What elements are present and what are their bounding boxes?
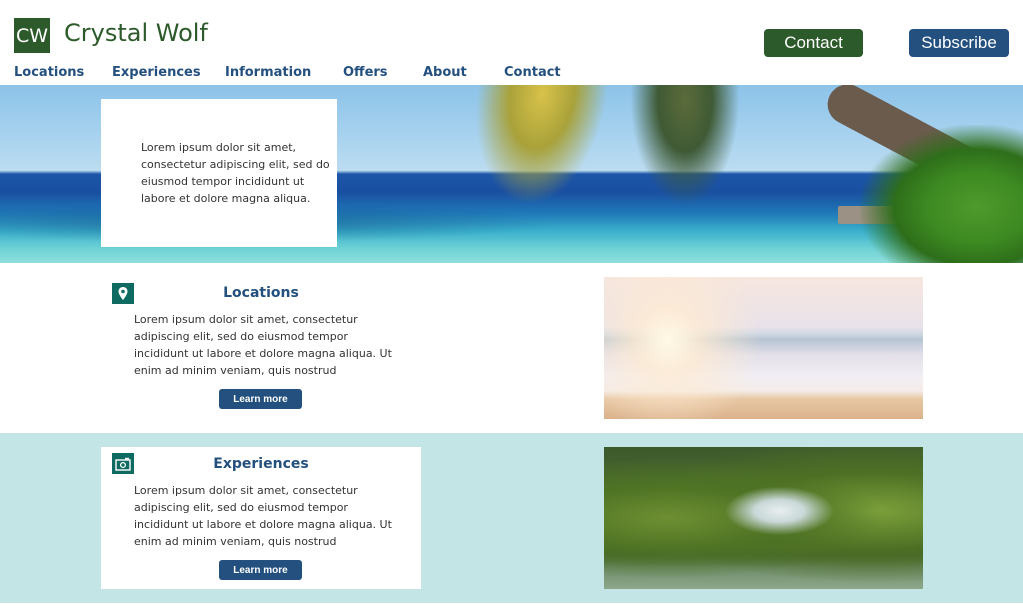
subscribe-button[interactable]: Subscribe: [909, 29, 1009, 57]
experiences-learn-more-button[interactable]: Learn more: [219, 560, 302, 580]
hero-card-text: Lorem ipsum dolor sit amet, consectetur …: [141, 141, 330, 205]
locations-text: Lorem ipsum dolor sit amet, consectetur …: [134, 313, 392, 377]
main-nav: Locations Experiences Information Offers…: [0, 65, 1023, 85]
sunset-beach-photo: [604, 277, 923, 419]
hero-foliage: [860, 125, 1023, 263]
contact-button[interactable]: Contact: [764, 29, 863, 57]
experiences-text: Lorem ipsum dolor sit amet, consectetur …: [134, 484, 392, 548]
page-bottom: [0, 603, 1023, 608]
locations-learn-more-button[interactable]: Learn more: [219, 389, 302, 409]
locations-title: Locations: [223, 285, 299, 301]
brand-name[interactable]: Crystal Wolf: [64, 19, 208, 47]
hero-palm-frond: [630, 85, 740, 205]
nav-item-offers[interactable]: Offers: [343, 65, 388, 80]
experiences-title: Experiences: [213, 456, 309, 472]
experiences-card: Experiences Lorem ipsum dolor sit amet, …: [101, 447, 421, 589]
hero-card: Lorem ipsum dolor sit amet, consectetur …: [101, 99, 337, 247]
nav-item-experiences[interactable]: Experiences: [112, 65, 201, 80]
waterfall-photo: [604, 447, 923, 589]
nav-item-locations[interactable]: Locations: [14, 65, 84, 80]
logo[interactable]: CW: [14, 18, 50, 53]
locations-card: Locations Lorem ipsum dolor sit amet, co…: [101, 277, 421, 419]
nav-item-contact[interactable]: Contact: [504, 65, 561, 80]
logo-text: CW: [15, 24, 49, 47]
hero-palm-frond: [458, 85, 612, 216]
nav-item-about[interactable]: About: [423, 65, 467, 80]
nav-item-information[interactable]: Information: [225, 65, 311, 80]
